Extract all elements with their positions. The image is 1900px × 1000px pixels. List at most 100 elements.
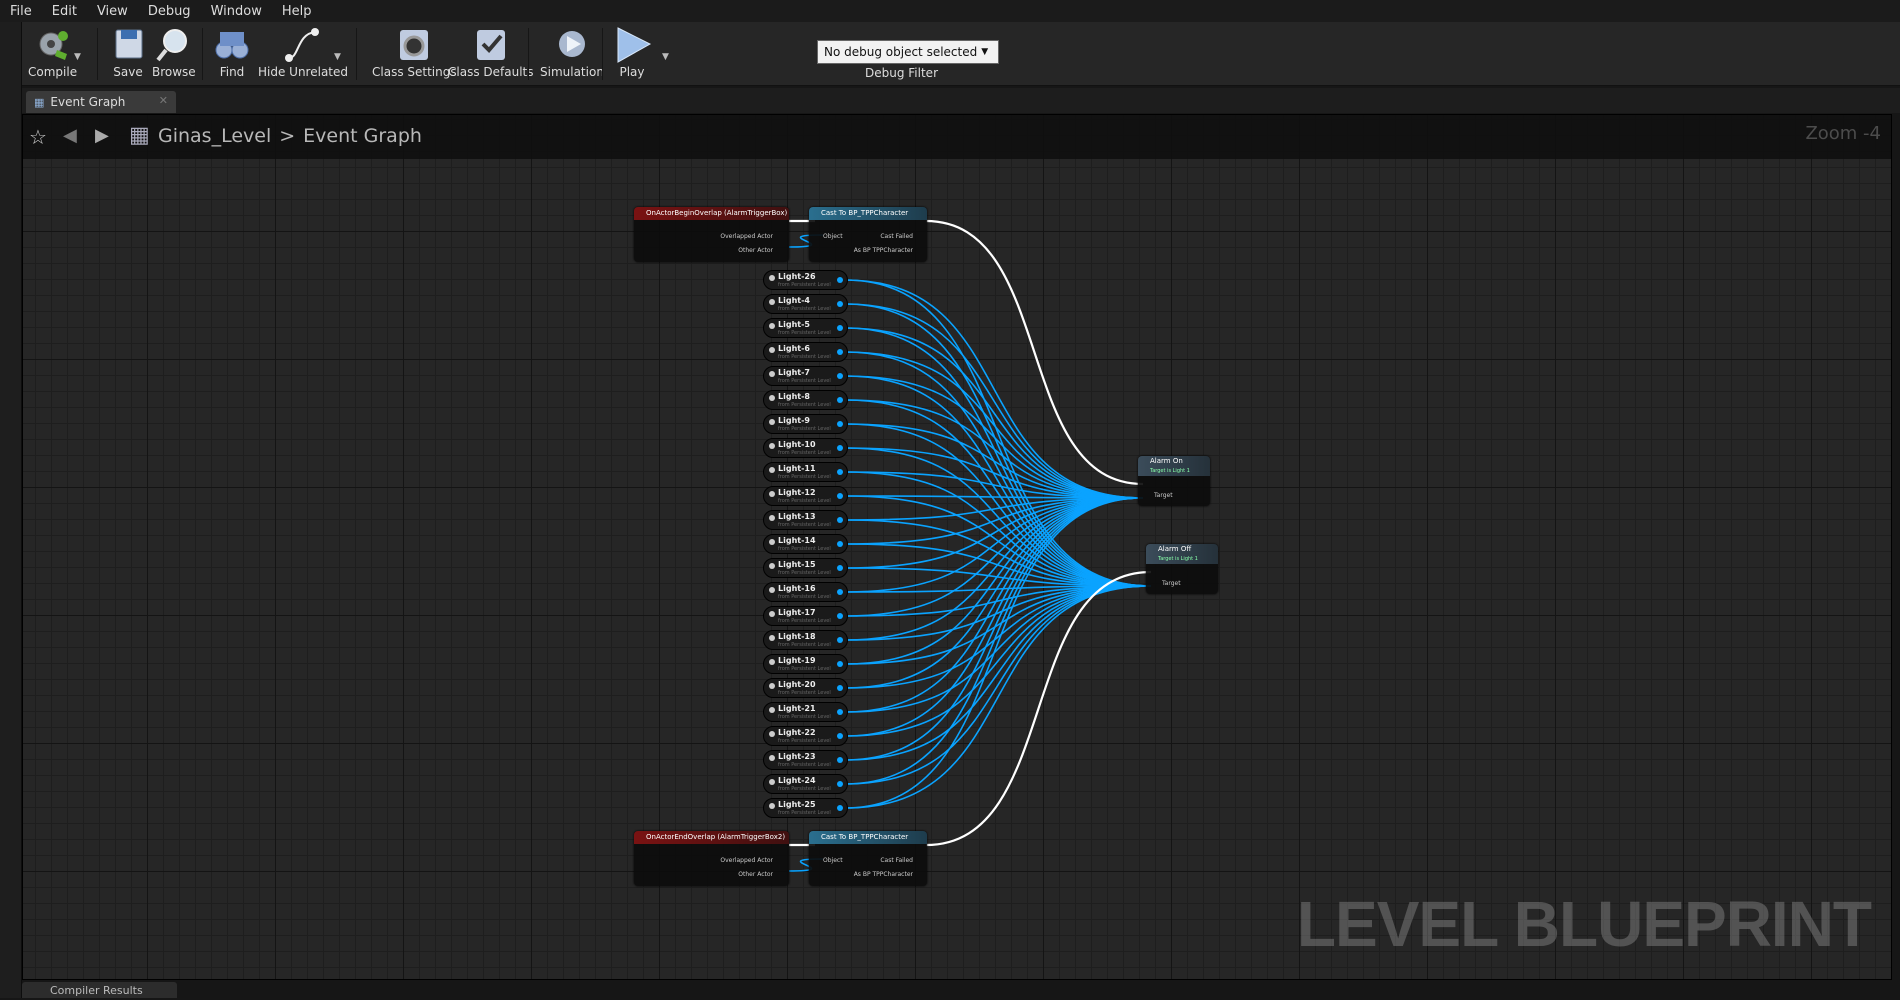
graph-grid-icon: ▦ xyxy=(34,95,45,109)
light-node[interactable]: Light-9 from Persistent Level xyxy=(763,414,848,434)
begin-overlap-event-node[interactable]: OnActorBeginOverlap (AlarmTriggerBox) Ove… xyxy=(634,207,789,262)
light-output-pin[interactable] xyxy=(837,445,843,451)
light-output-pin[interactable] xyxy=(837,613,843,619)
menu-item-help[interactable]: Help xyxy=(272,4,322,19)
light-node[interactable]: Light-5 from Persistent Level xyxy=(763,318,848,338)
light-output-pin[interactable] xyxy=(837,397,843,403)
light-node[interactable]: Light-22 from Persistent Level xyxy=(763,726,848,746)
light-output-pin[interactable] xyxy=(837,589,843,595)
debug-object-select[interactable]: No debug object selected ▼ xyxy=(817,40,999,64)
other-actor-pin[interactable]: Other Actor xyxy=(738,247,773,254)
object-pin[interactable]: Object xyxy=(823,233,843,240)
light-output-pin[interactable] xyxy=(837,757,843,763)
light-node[interactable]: Light-11 from Persistent Level xyxy=(763,462,848,482)
light-output-pin[interactable] xyxy=(837,805,843,811)
find-button[interactable]: Find xyxy=(212,24,252,84)
graph-grid-icon: ▦ xyxy=(129,123,150,148)
cast-failed-pin[interactable]: Cast Failed xyxy=(880,857,913,864)
simulation-label: Simulation xyxy=(540,65,604,79)
light-label: Light-25 xyxy=(778,800,816,809)
favorite-star-icon[interactable]: ☆ xyxy=(29,125,47,149)
light-output-pin[interactable] xyxy=(837,421,843,427)
light-label: Light-18 xyxy=(778,632,816,641)
class-defaults-button[interactable]: Class Defaults xyxy=(448,24,533,84)
cast-to-character-node-top[interactable]: Cast To BP_TPPCharacter Object Cast Failed… xyxy=(809,207,927,262)
light-node[interactable]: Light-23 from Persistent Level xyxy=(763,750,848,770)
end-overlap-event-node[interactable]: OnActorEndOverlap (AlarmTriggerBox2) Over… xyxy=(634,831,789,886)
light-output-pin[interactable] xyxy=(837,517,843,523)
alarm-off-node[interactable]: Alarm Off Target is Light 1 Target xyxy=(1146,544,1218,594)
graph-canvas[interactable]: OnActorBeginOverlap (AlarmTriggerBox) Ove… xyxy=(22,114,1892,980)
back-arrow-icon[interactable]: ◀ xyxy=(63,125,77,146)
overlapped-actor-pin[interactable]: Overlapped Actor xyxy=(720,857,773,864)
light-node[interactable]: Light-18 from Persistent Level xyxy=(763,630,848,650)
light-node[interactable]: Light-7 from Persistent Level xyxy=(763,366,848,386)
light-node[interactable]: Light-10 from Persistent Level xyxy=(763,438,848,458)
compile-button[interactable]: Compile xyxy=(28,24,77,84)
menu-item-file[interactable]: File xyxy=(0,4,42,19)
light-output-pin[interactable] xyxy=(837,685,843,691)
light-output-pin[interactable] xyxy=(837,565,843,571)
light-node[interactable]: Light-4 from Persistent Level xyxy=(763,294,848,314)
light-sublabel: from Persistent Level xyxy=(778,618,831,624)
as-character-pin[interactable]: As BP TPPCharacter xyxy=(854,871,913,878)
light-sublabel: from Persistent Level xyxy=(778,642,831,648)
browse-button[interactable]: Browse xyxy=(152,24,196,84)
menu-item-edit[interactable]: Edit xyxy=(42,4,87,19)
light-output-pin[interactable] xyxy=(837,277,843,283)
play-dropdown-icon[interactable]: ▼ xyxy=(662,52,669,62)
light-node[interactable]: Light-21 from Persistent Level xyxy=(763,702,848,722)
light-node[interactable]: Light-13 from Persistent Level xyxy=(763,510,848,530)
light-node[interactable]: Light-24 from Persistent Level xyxy=(763,774,848,794)
as-character-pin[interactable]: As BP TPPCharacter xyxy=(854,247,913,254)
hide-unrelated-dropdown-icon[interactable]: ▼ xyxy=(334,52,341,62)
light-output-pin[interactable] xyxy=(837,349,843,355)
other-actor-pin[interactable]: Other Actor xyxy=(738,871,773,878)
overlapped-actor-pin[interactable]: Overlapped Actor xyxy=(720,233,773,240)
play-button[interactable]: Play xyxy=(612,24,652,84)
forward-arrow-icon[interactable]: ▶ xyxy=(95,125,109,146)
light-node[interactable]: Light-12 from Persistent Level xyxy=(763,486,848,506)
tab-event-graph[interactable]: ▦ Event Graph ✕ xyxy=(26,91,176,113)
menu-item-debug[interactable]: Debug xyxy=(138,4,201,19)
cast-to-character-node-bottom[interactable]: Cast To BP_TPPCharacter Object Cast Failed… xyxy=(809,831,927,886)
cast-failed-pin[interactable]: Cast Failed xyxy=(880,233,913,240)
light-node[interactable]: Light-8 from Persistent Level xyxy=(763,390,848,410)
target-pin[interactable]: Target xyxy=(1154,492,1173,499)
light-node[interactable]: Light-26 from Persistent Level xyxy=(763,270,848,290)
tab-close-icon[interactable]: ✕ xyxy=(159,94,168,107)
light-output-pin[interactable] xyxy=(837,733,843,739)
menu-item-window[interactable]: Window xyxy=(201,4,272,19)
light-output-pin[interactable] xyxy=(837,301,843,307)
light-node[interactable]: Light-20 from Persistent Level xyxy=(763,678,848,698)
light-output-pin[interactable] xyxy=(837,493,843,499)
tab-compiler-results[interactable]: Compiler Results xyxy=(22,982,177,998)
light-node[interactable]: Light-14 from Persistent Level xyxy=(763,534,848,554)
light-output-pin[interactable] xyxy=(837,325,843,331)
debug-selected-value: No debug object selected xyxy=(824,45,978,59)
simulation-button[interactable]: Simulation xyxy=(540,24,604,84)
end-overlap-event-node-title: OnActorEndOverlap (AlarmTriggerBox2) xyxy=(634,831,789,844)
light-output-pin[interactable] xyxy=(837,661,843,667)
target-pin[interactable]: Target xyxy=(1162,580,1181,587)
level-blueprint-watermark: LEVEL BLUEPRINT xyxy=(1296,888,1872,960)
light-output-pin[interactable] xyxy=(837,469,843,475)
save-button[interactable]: Save xyxy=(108,24,148,84)
alarm-on-node[interactable]: Alarm On Target is Light 1 Target xyxy=(1138,456,1210,506)
compile-dropdown-icon[interactable]: ▼ xyxy=(74,52,81,62)
light-node[interactable]: Light-19 from Persistent Level xyxy=(763,654,848,674)
menu-item-view[interactable]: View xyxy=(87,4,138,19)
light-node[interactable]: Light-25 from Persistent Level xyxy=(763,798,848,818)
object-pin[interactable]: Object xyxy=(823,857,843,864)
breadcrumb-level[interactable]: Ginas_Level xyxy=(158,125,271,147)
light-output-pin[interactable] xyxy=(837,709,843,715)
light-output-pin[interactable] xyxy=(837,541,843,547)
light-node[interactable]: Light-6 from Persistent Level xyxy=(763,342,848,362)
light-output-pin[interactable] xyxy=(837,373,843,379)
light-output-pin[interactable] xyxy=(837,637,843,643)
light-node[interactable]: Light-15 from Persistent Level xyxy=(763,558,848,578)
light-output-pin[interactable] xyxy=(837,781,843,787)
light-node[interactable]: Light-17 from Persistent Level xyxy=(763,606,848,626)
class-settings-button[interactable]: Class Settings xyxy=(372,24,457,84)
light-node[interactable]: Light-16 from Persistent Level xyxy=(763,582,848,602)
